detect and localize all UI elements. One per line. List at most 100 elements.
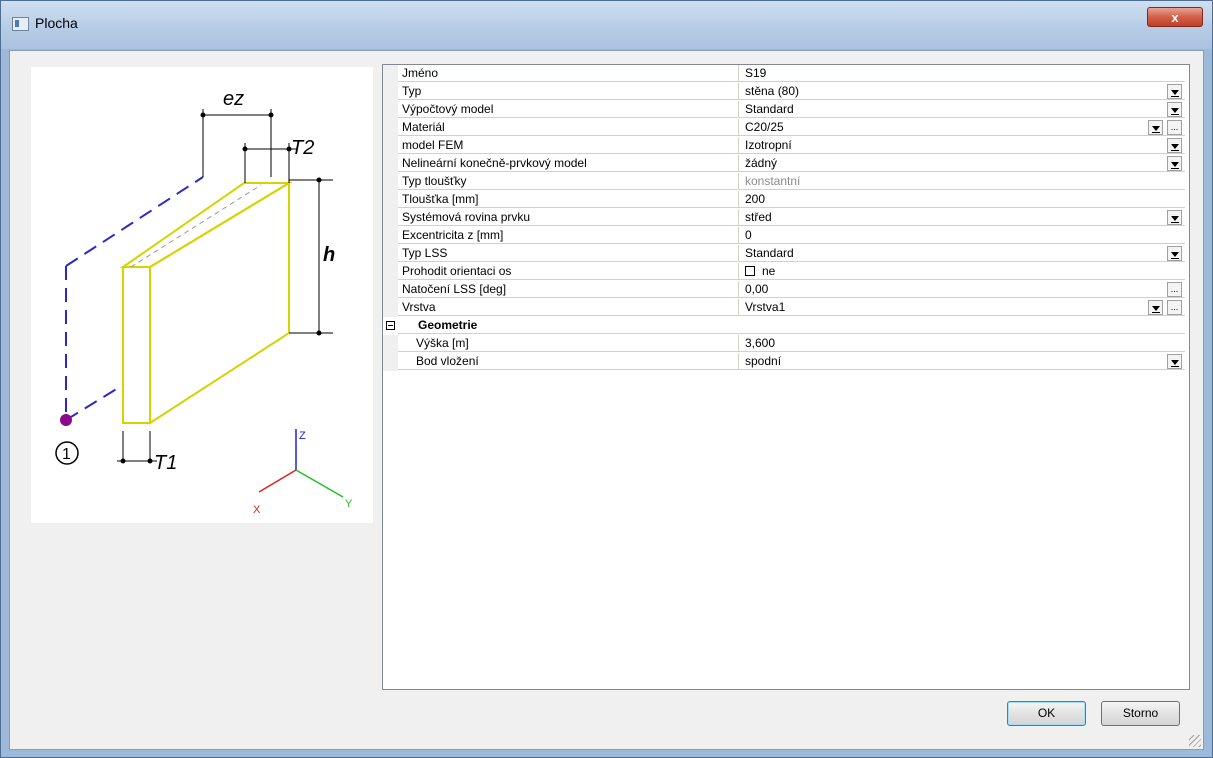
dialog-window: Plocha x ez T2 h T1 1 Z X Y Jméno S19 Ty…	[0, 0, 1213, 758]
property-value-text: 0	[745, 228, 752, 242]
node-point	[60, 414, 72, 426]
row-gutter	[383, 137, 398, 155]
property-value[interactable]: S19	[739, 65, 1185, 82]
row-gutter	[383, 281, 398, 299]
property-name: Výška [m]	[398, 335, 739, 352]
property-value-text: střed	[745, 210, 772, 224]
property-grid: Jméno S19 Typ stěna (80) Výpočtový model Stan…	[382, 64, 1190, 690]
row-gutter	[383, 299, 398, 317]
property-value-text: Standard	[745, 102, 794, 116]
property-name: Typ	[398, 83, 739, 100]
row-gutter	[383, 119, 398, 137]
row-gutter	[383, 335, 398, 353]
property-row-vyska-m[interactable]: Výška [m] 3,600	[383, 335, 1189, 353]
property-row-material[interactable]: Materiál C20/25...	[383, 119, 1189, 137]
ellipsis-button[interactable]: ...	[1167, 300, 1182, 315]
axis-y-label: Y	[345, 498, 353, 510]
property-name: model FEM	[398, 137, 739, 154]
property-value[interactable]: 0,00...	[739, 281, 1185, 298]
chevron-down-icon[interactable]	[1167, 156, 1182, 171]
category-row-geometrie[interactable]: Geometrie	[383, 317, 1189, 335]
property-row-typ[interactable]: Typ stěna (80)	[383, 83, 1189, 101]
checkbox[interactable]	[745, 266, 755, 276]
ez-dimension	[200, 109, 274, 177]
label-t2: T2	[291, 137, 314, 159]
row-gutter	[383, 191, 398, 209]
property-row-vrstva[interactable]: Vrstva Vrstva1...	[383, 299, 1189, 317]
chevron-down-icon[interactable]	[1167, 354, 1182, 369]
chevron-down-icon[interactable]	[1167, 102, 1182, 117]
row-gutter	[383, 65, 398, 83]
property-value-text: spodní	[745, 354, 782, 368]
checkbox-label: ne	[762, 264, 776, 278]
row-gutter	[383, 209, 398, 227]
chevron-down-icon[interactable]	[1167, 210, 1182, 225]
property-value[interactable]: C20/25...	[739, 119, 1185, 136]
wall-diagram: ez T2 h T1 1 Z X Y	[55, 88, 353, 516]
row-gutter	[383, 263, 398, 281]
property-value[interactable]: Vrstva1...	[739, 299, 1185, 316]
property-row-jmeno[interactable]: Jméno S19	[383, 65, 1189, 83]
property-value-text: S19	[745, 66, 767, 80]
property-value[interactable]: žádný	[739, 155, 1185, 172]
property-name: Výpočtový model	[398, 101, 739, 118]
property-value[interactable]: Standard	[739, 245, 1185, 262]
property-value-text: 3,600	[745, 336, 776, 350]
property-row-prohodit-orientaci-os[interactable]: Prohodit orientaci os ne	[383, 263, 1189, 281]
property-value[interactable]: 0	[739, 227, 1185, 244]
property-value: konstantní	[739, 173, 1185, 190]
property-value-text: 200	[745, 192, 766, 206]
ellipsis-button[interactable]: ...	[1167, 120, 1182, 135]
property-value[interactable]: 200	[739, 191, 1185, 208]
property-row-tloustka-mm[interactable]: Tloušťka [mm] 200	[383, 191, 1189, 209]
title-bar[interactable]: Plocha x	[1, 1, 1212, 49]
chevron-down-icon[interactable]	[1148, 300, 1163, 315]
resize-grip[interactable]	[1189, 735, 1201, 747]
chevron-down-icon[interactable]	[1167, 138, 1182, 153]
property-row-typ-lss[interactable]: Typ LSS Standard	[383, 245, 1189, 263]
row-gutter	[383, 155, 398, 173]
property-value-text: stěna (80)	[745, 84, 800, 98]
property-value[interactable]: ne	[739, 263, 1185, 280]
row-gutter	[383, 101, 398, 119]
ok-button[interactable]: OK	[1007, 701, 1086, 726]
t2-dimension	[242, 143, 297, 183]
close-button[interactable]: x	[1147, 7, 1203, 27]
row-gutter	[383, 173, 398, 191]
property-value-text: Vrstva1	[745, 300, 786, 314]
property-row-natoceni-lss-deg[interactable]: Natočení LSS [deg] 0,00...	[383, 281, 1189, 299]
property-value[interactable]: spodní	[739, 353, 1185, 370]
row-gutter	[383, 245, 398, 263]
dialog-body: ez T2 h T1 1 Z X Y Jméno S19 Typ stěna (…	[9, 50, 1204, 750]
property-value-text: žádný	[745, 156, 778, 170]
property-name: Natočení LSS [deg]	[398, 281, 739, 298]
property-value[interactable]: stěna (80)	[739, 83, 1185, 100]
cancel-button[interactable]: Storno	[1101, 701, 1180, 726]
property-row-nelinearni-konecne-prvkovy-model[interactable]: Nelineární konečně-prvkový model žádný	[383, 155, 1189, 173]
property-row-systemova-rovina-prvku[interactable]: Systémová rovina prvku střed	[383, 209, 1189, 227]
property-row-typ-tloustky[interactable]: Typ tloušťky konstantní	[383, 173, 1189, 191]
chevron-down-icon[interactable]	[1167, 84, 1182, 99]
collapse-icon[interactable]	[386, 321, 395, 330]
property-value[interactable]: Standard	[739, 101, 1185, 118]
axis-z-label: Z	[299, 430, 306, 442]
property-value-text: 0,00	[745, 282, 769, 296]
property-row-vypoctovy-model[interactable]: Výpočtový model Standard	[383, 101, 1189, 119]
property-row-excentricita-z-mm[interactable]: Excentricita z [mm] 0	[383, 227, 1189, 245]
axis-x-label: X	[253, 504, 261, 516]
chevron-down-icon[interactable]	[1167, 246, 1182, 261]
wall-outline	[119, 181, 293, 425]
window-title: Plocha	[35, 15, 78, 31]
chevron-down-icon[interactable]	[1148, 120, 1163, 135]
label-h: h	[323, 244, 335, 266]
property-row-bod-vlozeni[interactable]: Bod vložení spodní	[383, 353, 1189, 371]
property-row-model-fem[interactable]: model FEM Izotropní	[383, 137, 1189, 155]
property-name: Bod vložení	[398, 353, 739, 370]
property-value[interactable]: střed	[739, 209, 1185, 226]
wall-preview: ez T2 h T1 1 Z X Y	[31, 67, 373, 523]
label-ez: ez	[223, 88, 244, 110]
ellipsis-button[interactable]: ...	[1167, 282, 1182, 297]
window-icon	[12, 17, 29, 31]
property-value[interactable]: 3,600	[739, 335, 1185, 352]
property-value[interactable]: Izotropní	[739, 137, 1185, 154]
